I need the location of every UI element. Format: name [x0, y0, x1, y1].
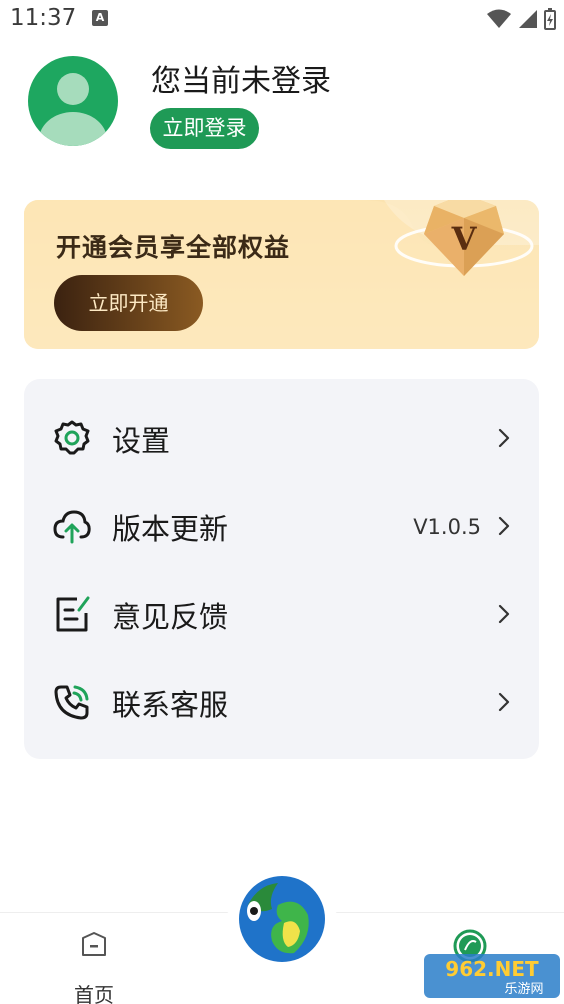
watermark-subtitle: 乐游网	[504, 982, 543, 997]
feedback-edit-icon	[56, 596, 90, 632]
menu-item-label: 设置	[112, 424, 171, 458]
cloud-upload-icon	[53, 510, 91, 544]
watermark-brand: 962.NET	[445, 957, 539, 981]
login-button[interactable]: 立即登录	[150, 108, 259, 149]
vip-banner-title: 开通会员享全部权益	[56, 233, 291, 262]
status-time: 11:37	[10, 5, 77, 31]
menu-item-settings[interactable]: 设置	[24, 394, 539, 482]
diamond-badge-icon: V	[394, 200, 534, 276]
default-user-icon	[39, 73, 107, 146]
open-vip-button[interactable]: 立即开通	[54, 275, 203, 331]
menu-item-label: 版本更新	[112, 512, 229, 546]
nav-tab-home[interactable]: 首页	[68, 929, 120, 1004]
chevron-right-icon	[498, 692, 510, 712]
nav-home-label: 首页	[74, 983, 114, 1004]
menu-item-label: 联系客服	[112, 688, 229, 722]
status-indicators	[486, 8, 556, 30]
chevron-right-icon	[498, 428, 510, 448]
avatar[interactable]	[28, 56, 118, 146]
version-number: V1.0.5	[413, 515, 481, 539]
phone-call-icon	[54, 685, 89, 720]
menu-item-customer-service[interactable]: 联系客服	[24, 658, 539, 746]
badge-letter: V	[451, 220, 478, 258]
wifi-icon	[487, 9, 511, 28]
home-icon	[82, 932, 106, 956]
menu-item-feedback[interactable]: 意见反馈	[24, 570, 539, 658]
site-watermark-logo: 962.NET 乐游网	[424, 954, 560, 998]
gear-icon	[54, 420, 90, 455]
vip-banner[interactable]: V 开通会员享全部权益 立即开通	[24, 200, 539, 349]
globe-center-button[interactable]	[238, 875, 326, 963]
notification-icon: A	[92, 10, 108, 26]
battery-icon	[544, 8, 556, 30]
settings-menu-card: 设置 版本更新 V1.0.5 意见反馈 联系客服	[24, 379, 539, 759]
status-bar: 11:37 A	[0, 0, 564, 38]
chevron-right-icon	[498, 604, 510, 624]
chevron-right-icon	[498, 516, 510, 536]
cellular-signal-icon	[519, 10, 537, 28]
menu-item-version-update[interactable]: 版本更新 V1.0.5	[24, 482, 539, 570]
username-text: 您当前未登录	[151, 64, 331, 99]
menu-item-label: 意见反馈	[112, 600, 229, 634]
